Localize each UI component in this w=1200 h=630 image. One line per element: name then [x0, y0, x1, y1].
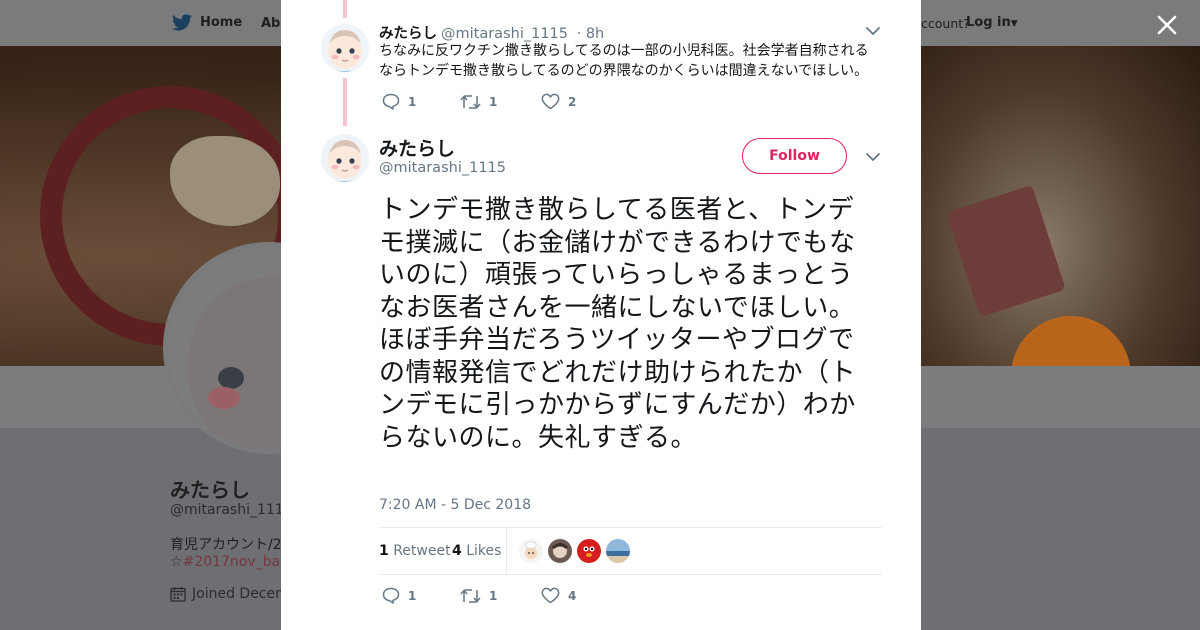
nav-account-prompt: ccount?: [921, 16, 970, 31]
follow-button[interactable]: Follow: [742, 138, 847, 174]
reply-icon: [382, 93, 400, 110]
like-button[interactable]: 2: [541, 93, 576, 110]
retweets-stat-count: 1: [379, 543, 389, 559]
liker-avatar[interactable]: [606, 539, 630, 563]
baby-avatar-image: [321, 134, 369, 182]
like-button[interactable]: 4: [541, 587, 576, 604]
heart-icon: [541, 587, 560, 604]
tweet-permalink-modal: みたらし @mitarashi_1115 · 8h ちなみに反ワクチン撒き散らして…: [281, 0, 921, 630]
main-tweet-name[interactable]: みたらし: [379, 134, 455, 161]
bird-icon: [172, 14, 192, 31]
chevron-down-icon[interactable]: [865, 152, 881, 162]
nav-home-label: Home: [200, 15, 243, 30]
tweet-stats-bar: 1 Retweet 4 Likes: [379, 527, 882, 575]
parent-tweet-name[interactable]: みたらし: [379, 26, 437, 42]
main-tweet-text: トンデモ撒き散らしてる医者と、トンデモ撲滅に（お金儲けができるわけでもないのに）…: [379, 195, 857, 453]
main-tweet-actions: 1 1 4: [382, 587, 576, 604]
profile-handle: @mitarashi_1115: [170, 502, 293, 518]
liker-avatar[interactable]: [519, 539, 543, 563]
person-avatar-image: [548, 539, 572, 563]
header-photo-orange: [1011, 316, 1131, 366]
retweets-stat[interactable]: 1 Retweet: [379, 543, 451, 559]
parent-tweet-text: ちなみに反ワクチン撒き散らしてるのは一部の小児科医。社会学者自称されるならトンデ…: [379, 43, 869, 79]
avatar-cheek: [208, 387, 240, 409]
likes-stat[interactable]: 4 Likes: [452, 543, 501, 559]
profile-joined: Joined Decem: [170, 586, 289, 602]
retweet-icon: [460, 588, 481, 603]
retweet-button[interactable]: 1: [460, 94, 541, 110]
header-photo-right: [921, 46, 1200, 366]
reply-button[interactable]: 1: [382, 587, 460, 604]
retweet-button[interactable]: 1: [460, 588, 541, 604]
stats-divider: [506, 528, 507, 575]
seascape-avatar-image: [606, 539, 630, 563]
parent-tweet-header: みたらし @mitarashi_1115 · 8h: [379, 22, 604, 43]
liker-avatars: [519, 539, 630, 563]
like-count: 4: [568, 588, 577, 603]
main-tweet-avatar[interactable]: [321, 134, 369, 182]
caret-down-icon: ▼: [1010, 19, 1018, 29]
avatar-eye: [218, 367, 244, 389]
chevron-down-icon[interactable]: [865, 26, 881, 36]
retweets-stat-label: Retweet: [393, 543, 451, 559]
profile-hashtag-line: ☆#2017nov_baby: [170, 554, 297, 570]
joined-label: Joined Decem: [192, 586, 289, 602]
reply-count: 1: [408, 588, 417, 603]
parent-tweet-avatar[interactable]: [321, 24, 369, 72]
close-button[interactable]: [1152, 10, 1182, 40]
reply-count: 1: [408, 94, 417, 109]
profile-name: みたらし: [170, 478, 250, 502]
parent-tweet-handle[interactable]: @mitarashi_1115: [441, 26, 568, 42]
like-count: 2: [568, 94, 577, 109]
login-label: Log in: [966, 15, 1011, 30]
liker-avatar[interactable]: [577, 539, 601, 563]
header-photo-meat: [946, 184, 1066, 318]
calendar-icon: [170, 587, 186, 602]
retweet-count: 1: [489, 588, 498, 603]
main-tweet-handle[interactable]: @mitarashi_1115: [379, 160, 506, 176]
close-icon: [1157, 15, 1177, 35]
likes-stat-count: 4: [452, 543, 462, 559]
parent-tweet-time[interactable]: · 8h: [577, 26, 605, 42]
main-tweet-timestamp[interactable]: 7:20 AM - 5 Dec 2018: [379, 497, 531, 513]
likes-stat-label: Likes: [466, 543, 502, 559]
reply-icon: [382, 587, 400, 604]
nav-login-link[interactable]: Log in▼: [966, 15, 1018, 30]
retweet-count: 1: [489, 94, 498, 109]
liker-avatar[interactable]: [548, 539, 572, 563]
profile-bio: 育児アカウント/20: [170, 537, 291, 553]
retweet-icon: [460, 94, 481, 109]
chef-avatar-image: [519, 539, 543, 563]
star-glyph: ☆: [170, 554, 183, 570]
red-character-avatar-image: [577, 539, 601, 563]
thread-connector-line: [343, 0, 347, 18]
reply-button[interactable]: 1: [382, 93, 460, 110]
baby-avatar-image: [321, 24, 369, 72]
heart-icon: [541, 93, 560, 110]
parent-tweet-actions: 1 1 2: [382, 93, 576, 110]
thread-connector-line: [343, 78, 347, 126]
nav-home-link[interactable]: Home: [172, 14, 242, 31]
